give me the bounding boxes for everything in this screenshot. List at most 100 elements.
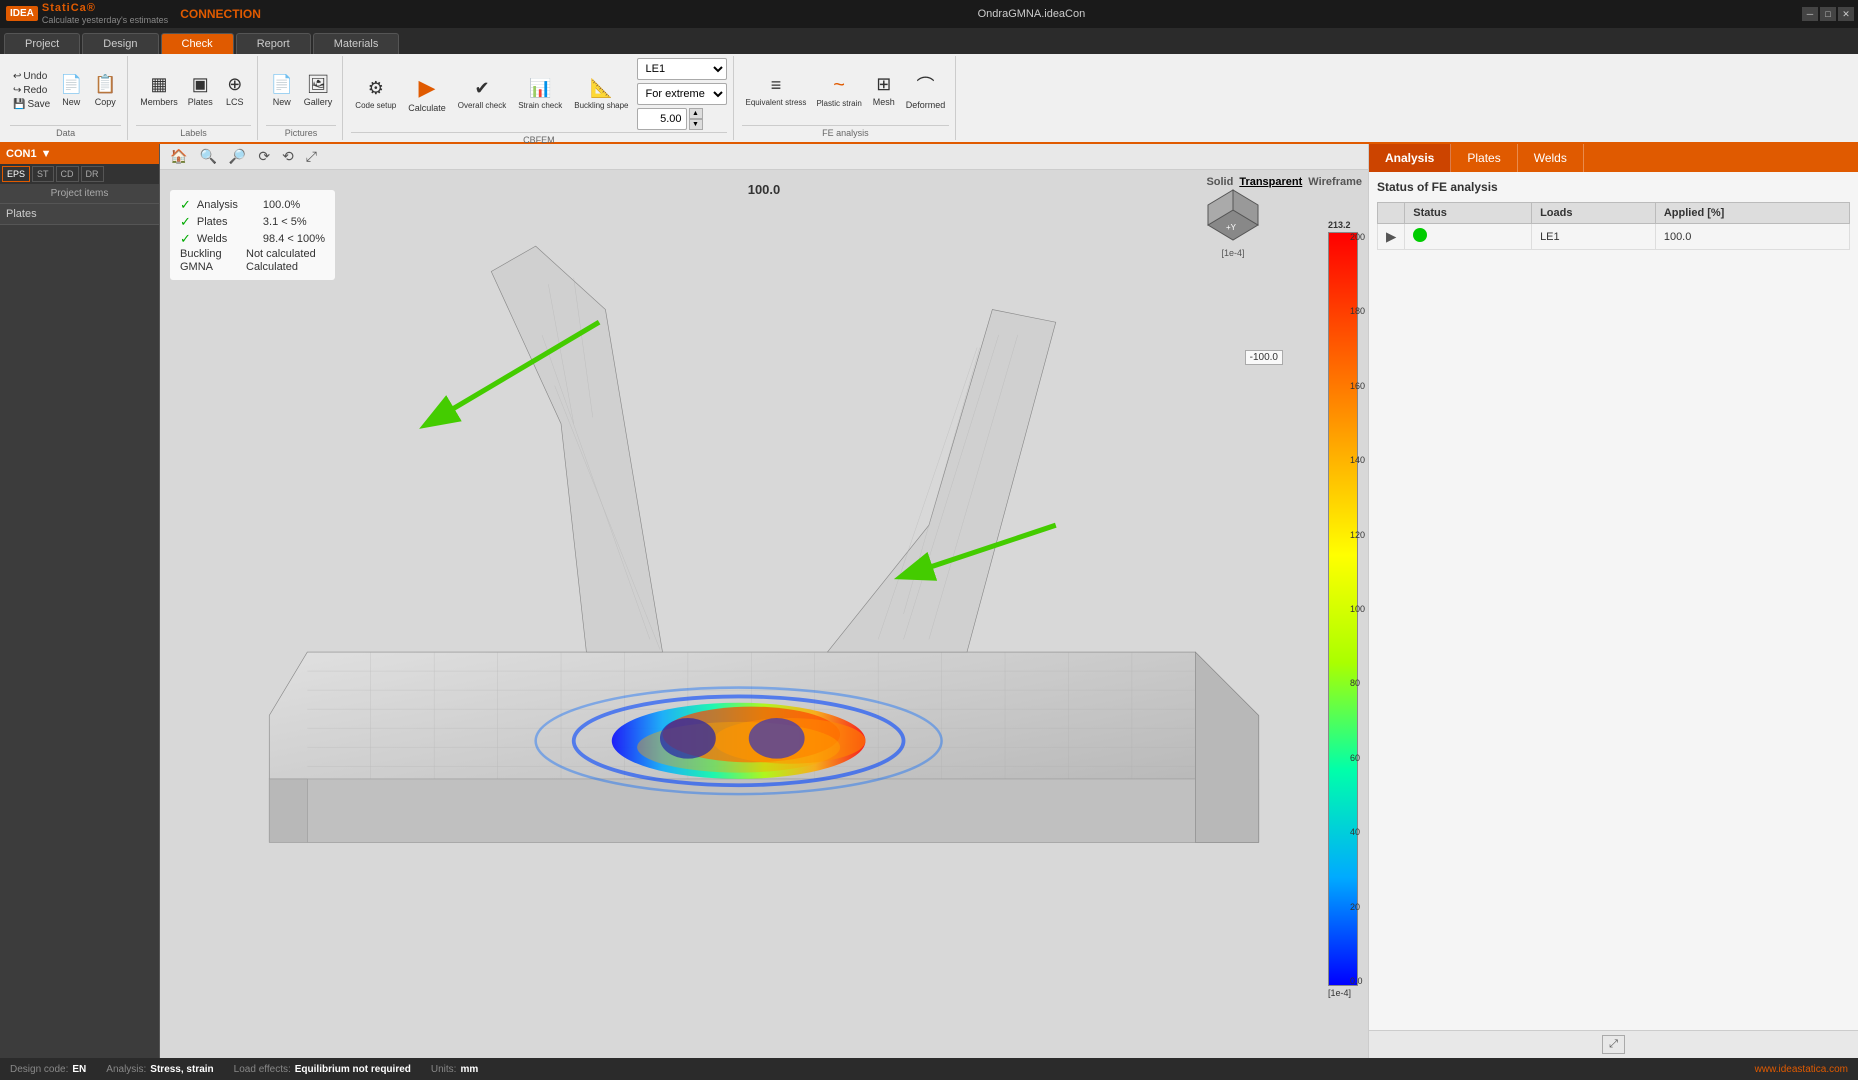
new-button[interactable]: 📄 New <box>55 62 87 120</box>
ribbon-group-cbfem: ⚙ Code setup ▶ Calculate ✔ Overall check… <box>345 56 733 140</box>
plastic-strain-button[interactable]: ~ Plastic strain <box>812 62 865 120</box>
analysis-label: Analysis: <box>106 1064 146 1075</box>
titlebar: IDEA StatiCa® Calculate yesterday's esti… <box>0 0 1858 28</box>
maximize-button[interactable]: □ <box>1820 7 1836 21</box>
viewport[interactable]: 100.0 Solid Transparent Wireframe ✓ Anal… <box>160 170 1368 1058</box>
plates-list-item[interactable]: Plates <box>0 204 159 225</box>
con-tab-eps[interactable]: EPS <box>2 166 30 182</box>
window-controls[interactable]: ─ □ ✕ <box>1802 7 1858 21</box>
picture-new-icon: 📄 <box>271 74 293 95</box>
view-toolbar: 🏠 🔍 🔎 ⟳ ⟲ ⤢ <box>160 144 1368 170</box>
code-setup-button[interactable]: ⚙ Code setup <box>351 65 400 123</box>
right-panel: Analysis Plates Welds Status of FE analy… <box>1368 144 1858 1058</box>
fullscreen-button[interactable]: ⤢ <box>302 146 321 167</box>
project-items-label: Project items <box>0 184 159 204</box>
con-tab-st[interactable]: ST <box>32 166 54 182</box>
minimize-button[interactable]: ─ <box>1802 7 1818 21</box>
mesh-button[interactable]: ⊞ Mesh <box>868 62 900 120</box>
analysis-val: 100.0% <box>263 199 300 211</box>
module-name: CONNECTION <box>180 7 261 21</box>
tab-check[interactable]: Check <box>161 33 234 54</box>
wireframe-view-button[interactable]: Wireframe <box>1308 176 1362 188</box>
buckling-shape-button[interactable]: 📐 Buckling shape <box>570 65 632 123</box>
undo-icon: ↩ <box>13 71 21 82</box>
zoom-out-button[interactable]: 🔎 <box>225 146 250 167</box>
mesh-icon: ⊞ <box>876 74 891 95</box>
picture-new-button[interactable]: 📄 New <box>266 62 298 120</box>
scene-svg <box>160 170 1368 1058</box>
buckling-shape-icon: 📐 <box>590 78 612 99</box>
undo-button[interactable]: ↩ Undo <box>10 70 53 83</box>
menu-tabs: Project Design Check Report Materials <box>0 28 1858 54</box>
plastic-strain-icon: ~ <box>833 74 845 97</box>
spin-down-button[interactable]: ▼ <box>689 119 703 130</box>
value-input[interactable] <box>637 108 687 130</box>
fe-status-title: Status of FE analysis <box>1377 180 1850 194</box>
ribbon-group-pictures: 📄 New 🖼 Gallery Pictures <box>260 56 344 140</box>
right-tabs: Analysis Plates Welds <box>1369 144 1858 172</box>
fe-col-loads: Loads <box>1532 203 1656 224</box>
statusbar-units: Units: mm <box>431 1064 478 1075</box>
fe-col-expand <box>1378 203 1405 224</box>
con-tab-dr[interactable]: DR <box>81 166 104 182</box>
gallery-button[interactable]: 🖼 Gallery <box>300 62 337 120</box>
fe-table: Status Loads Applied [%] ▶ LE1 100.0 <box>1377 202 1850 250</box>
ribbon-group-label-pictures: Pictures <box>266 125 337 138</box>
fe-row-expand-button[interactable]: ▶ <box>1386 229 1396 245</box>
save-icon: 💾 <box>13 99 25 110</box>
ribbon-group-label-fe-analysis: FE analysis <box>742 125 950 138</box>
analysis-check-icon: ✓ <box>180 197 191 213</box>
le-controls: LE1LE2LE3 For extremeFor all ▲ ▼ <box>637 58 727 130</box>
ideastatica-link[interactable]: www.ideastatica.com <box>1755 1064 1848 1075</box>
tab-design[interactable]: Design <box>82 33 158 54</box>
close-button[interactable]: ✕ <box>1838 7 1854 21</box>
right-panel-footer: ⤢ <box>1369 1030 1858 1058</box>
app-subtitle: Calculate yesterday's estimates <box>42 16 168 26</box>
home-view-button[interactable]: 🏠 <box>166 146 191 167</box>
members-button[interactable]: ▦ Members <box>136 62 182 120</box>
copy-button[interactable]: 📋 Copy <box>89 62 121 120</box>
gallery-icon: 🖼 <box>307 74 330 95</box>
con-id: CON1 <box>6 148 37 160</box>
save-button[interactable]: 💾 Save <box>10 98 53 111</box>
statusbar: Design code: EN Analysis: Stress, strain… <box>0 1058 1858 1080</box>
ribbon-group-labels: ▦ Members ▣ Plates ⊕ LCS Labels <box>130 56 258 140</box>
rotate-ccw-button[interactable]: ⟲ <box>278 146 298 167</box>
right-tab-analysis[interactable]: Analysis <box>1369 144 1451 172</box>
tab-materials[interactable]: Materials <box>313 33 400 54</box>
welds-check-icon: ✓ <box>180 231 191 247</box>
calculate-button[interactable]: ▶ Calculate <box>404 65 450 123</box>
overall-check-button[interactable]: ✔ Overall check <box>454 65 510 123</box>
scale-unit: [1e-4] <box>1328 988 1351 998</box>
gmna-val: Calculated <box>246 261 298 273</box>
expand-panel-button[interactable]: ⤢ <box>1602 1035 1625 1054</box>
redo-button[interactable]: ↪ Redo <box>10 84 53 97</box>
right-tab-plates[interactable]: Plates <box>1451 144 1517 172</box>
plates-key: Plates <box>197 216 257 228</box>
statusbar-analysis: Analysis: Stress, strain <box>106 1064 213 1075</box>
svg-text:+Y: +Y <box>1226 223 1237 232</box>
rotate-cw-button[interactable]: ⟳ <box>254 146 274 167</box>
nav-cube[interactable]: +Y [1e-4] <box>1198 180 1268 258</box>
deformed-button[interactable]: ⌒ Deformed <box>902 62 950 120</box>
nav-cube-svg: +Y <box>1198 180 1268 250</box>
con-dropdown-icon[interactable]: ▼ <box>41 148 52 160</box>
logo-icon: IDEA <box>6 6 38 21</box>
code-setup-icon: ⚙ <box>368 78 384 99</box>
units-value: mm <box>460 1064 478 1075</box>
fe-applied-cell: 100.0 <box>1655 224 1849 250</box>
tab-report[interactable]: Report <box>236 33 311 54</box>
strain-check-button[interactable]: 📊 Strain check <box>514 65 566 123</box>
tab-project[interactable]: Project <box>4 33 80 54</box>
right-tab-welds[interactable]: Welds <box>1518 144 1584 172</box>
extreme-dropdown[interactable]: For extremeFor all <box>637 83 727 105</box>
table-row: ▶ LE1 100.0 <box>1378 224 1850 250</box>
plates-button[interactable]: ▣ Plates <box>184 62 217 120</box>
zoom-in-button[interactable]: 🔍 <box>195 146 220 167</box>
con-tab-cd[interactable]: CD <box>56 166 79 182</box>
spin-up-button[interactable]: ▲ <box>689 108 703 119</box>
le-dropdown[interactable]: LE1LE2LE3 <box>637 58 727 80</box>
overall-check-icon: ✔ <box>474 78 489 99</box>
equiv-stress-button[interactable]: ≡ Equivalent stress <box>742 62 811 120</box>
lcs-button[interactable]: ⊕ LCS <box>219 62 251 120</box>
